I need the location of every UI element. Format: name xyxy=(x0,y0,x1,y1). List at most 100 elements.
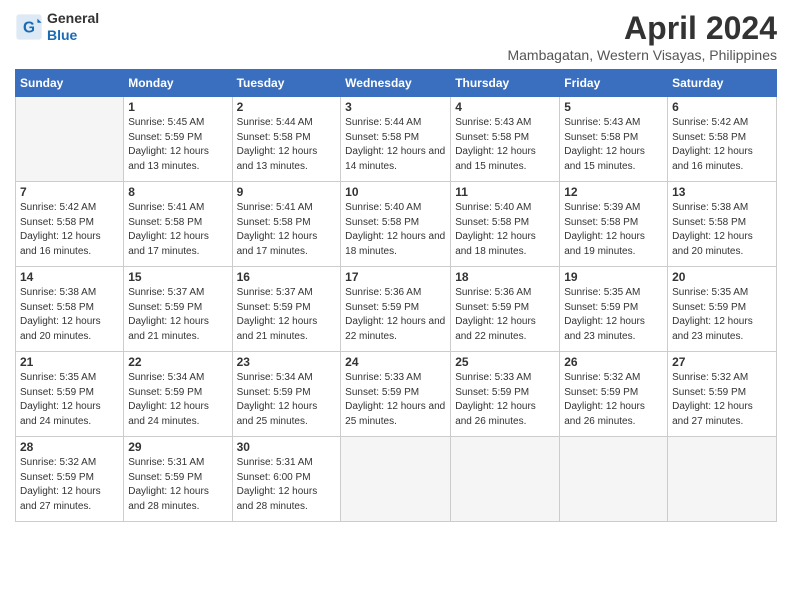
calendar-cell: 26 Sunrise: 5:32 AMSunset: 5:59 PMDaylig… xyxy=(560,352,668,437)
calendar-cell xyxy=(341,437,451,522)
title-area: April 2024 Mambagatan, Western Visayas, … xyxy=(507,10,777,63)
day-info: Sunrise: 5:43 AMSunset: 5:58 PMDaylight:… xyxy=(455,117,536,172)
day-info: Sunrise: 5:41 AMSunset: 5:58 PMDaylight:… xyxy=(237,202,318,257)
day-info: Sunrise: 5:34 AMSunset: 5:59 PMDaylight:… xyxy=(128,372,209,427)
day-number: 1 xyxy=(128,100,227,114)
weekday-header: Saturday xyxy=(668,70,777,97)
calendar-cell: 30 Sunrise: 5:31 AMSunset: 6:00 PMDaylig… xyxy=(232,437,341,522)
day-number: 26 xyxy=(564,355,663,369)
calendar-cell: 13 Sunrise: 5:38 AMSunset: 5:58 PMDaylig… xyxy=(668,182,777,267)
logo-text: General Blue xyxy=(47,10,99,44)
calendar-cell xyxy=(668,437,777,522)
calendar-cell xyxy=(451,437,560,522)
day-number: 29 xyxy=(128,440,227,454)
calendar-cell: 7 Sunrise: 5:42 AMSunset: 5:58 PMDayligh… xyxy=(16,182,124,267)
day-number: 27 xyxy=(672,355,772,369)
day-number: 22 xyxy=(128,355,227,369)
day-info: Sunrise: 5:32 AMSunset: 5:59 PMDaylight:… xyxy=(20,457,101,512)
calendar-cell: 21 Sunrise: 5:35 AMSunset: 5:59 PMDaylig… xyxy=(16,352,124,437)
day-info: Sunrise: 5:32 AMSunset: 5:59 PMDaylight:… xyxy=(672,372,753,427)
day-number: 18 xyxy=(455,270,555,284)
weekday-header: Friday xyxy=(560,70,668,97)
calendar-cell: 18 Sunrise: 5:36 AMSunset: 5:59 PMDaylig… xyxy=(451,267,560,352)
day-number: 13 xyxy=(672,185,772,199)
day-info: Sunrise: 5:40 AMSunset: 5:58 PMDaylight:… xyxy=(455,202,536,257)
day-number: 24 xyxy=(345,355,446,369)
day-number: 14 xyxy=(20,270,119,284)
day-info: Sunrise: 5:42 AMSunset: 5:58 PMDaylight:… xyxy=(672,117,753,172)
month-title: April 2024 xyxy=(507,10,777,47)
day-info: Sunrise: 5:38 AMSunset: 5:58 PMDaylight:… xyxy=(672,202,753,257)
day-number: 5 xyxy=(564,100,663,114)
day-number: 28 xyxy=(20,440,119,454)
calendar-cell: 19 Sunrise: 5:35 AMSunset: 5:59 PMDaylig… xyxy=(560,267,668,352)
day-info: Sunrise: 5:44 AMSunset: 5:58 PMDaylight:… xyxy=(237,117,318,172)
calendar-cell: 16 Sunrise: 5:37 AMSunset: 5:59 PMDaylig… xyxy=(232,267,341,352)
weekday-header-row: SundayMondayTuesdayWednesdayThursdayFrid… xyxy=(16,70,777,97)
day-number: 3 xyxy=(345,100,446,114)
day-number: 30 xyxy=(237,440,337,454)
day-info: Sunrise: 5:45 AMSunset: 5:59 PMDaylight:… xyxy=(128,117,209,172)
calendar-cell: 10 Sunrise: 5:40 AMSunset: 5:58 PMDaylig… xyxy=(341,182,451,267)
day-info: Sunrise: 5:42 AMSunset: 5:58 PMDaylight:… xyxy=(20,202,101,257)
calendar-cell: 6 Sunrise: 5:42 AMSunset: 5:58 PMDayligh… xyxy=(668,97,777,182)
day-info: Sunrise: 5:37 AMSunset: 5:59 PMDaylight:… xyxy=(237,287,318,342)
day-info: Sunrise: 5:38 AMSunset: 5:58 PMDaylight:… xyxy=(20,287,101,342)
day-info: Sunrise: 5:31 AMSunset: 5:59 PMDaylight:… xyxy=(128,457,209,512)
day-number: 8 xyxy=(128,185,227,199)
calendar-cell: 17 Sunrise: 5:36 AMSunset: 5:59 PMDaylig… xyxy=(341,267,451,352)
calendar-cell: 20 Sunrise: 5:35 AMSunset: 5:59 PMDaylig… xyxy=(668,267,777,352)
location-title: Mambagatan, Western Visayas, Philippines xyxy=(507,47,777,63)
weekday-header: Thursday xyxy=(451,70,560,97)
calendar-cell: 1 Sunrise: 5:45 AMSunset: 5:59 PMDayligh… xyxy=(124,97,232,182)
day-number: 7 xyxy=(20,185,119,199)
day-number: 17 xyxy=(345,270,446,284)
calendar-week-row: 28 Sunrise: 5:32 AMSunset: 5:59 PMDaylig… xyxy=(16,437,777,522)
calendar-table: SundayMondayTuesdayWednesdayThursdayFrid… xyxy=(15,69,777,522)
day-number: 15 xyxy=(128,270,227,284)
calendar-cell: 28 Sunrise: 5:32 AMSunset: 5:59 PMDaylig… xyxy=(16,437,124,522)
calendar-cell xyxy=(16,97,124,182)
day-info: Sunrise: 5:39 AMSunset: 5:58 PMDaylight:… xyxy=(564,202,645,257)
day-number: 11 xyxy=(455,185,555,199)
calendar-cell: 3 Sunrise: 5:44 AMSunset: 5:58 PMDayligh… xyxy=(341,97,451,182)
day-number: 16 xyxy=(237,270,337,284)
calendar-cell: 15 Sunrise: 5:37 AMSunset: 5:59 PMDaylig… xyxy=(124,267,232,352)
logo-general: General xyxy=(47,10,99,27)
day-number: 20 xyxy=(672,270,772,284)
day-info: Sunrise: 5:35 AMSunset: 5:59 PMDaylight:… xyxy=(672,287,753,342)
calendar-week-row: 1 Sunrise: 5:45 AMSunset: 5:59 PMDayligh… xyxy=(16,97,777,182)
calendar-cell: 22 Sunrise: 5:34 AMSunset: 5:59 PMDaylig… xyxy=(124,352,232,437)
day-number: 12 xyxy=(564,185,663,199)
day-number: 6 xyxy=(672,100,772,114)
day-info: Sunrise: 5:33 AMSunset: 5:59 PMDaylight:… xyxy=(345,372,445,427)
calendar-cell: 4 Sunrise: 5:43 AMSunset: 5:58 PMDayligh… xyxy=(451,97,560,182)
calendar-cell: 25 Sunrise: 5:33 AMSunset: 5:59 PMDaylig… xyxy=(451,352,560,437)
calendar-week-row: 7 Sunrise: 5:42 AMSunset: 5:58 PMDayligh… xyxy=(16,182,777,267)
day-info: Sunrise: 5:35 AMSunset: 5:59 PMDaylight:… xyxy=(20,372,101,427)
day-info: Sunrise: 5:40 AMSunset: 5:58 PMDaylight:… xyxy=(345,202,445,257)
day-number: 21 xyxy=(20,355,119,369)
day-info: Sunrise: 5:37 AMSunset: 5:59 PMDaylight:… xyxy=(128,287,209,342)
day-info: Sunrise: 5:31 AMSunset: 6:00 PMDaylight:… xyxy=(237,457,318,512)
calendar-week-row: 14 Sunrise: 5:38 AMSunset: 5:58 PMDaylig… xyxy=(16,267,777,352)
day-info: Sunrise: 5:32 AMSunset: 5:59 PMDaylight:… xyxy=(564,372,645,427)
calendar-cell xyxy=(560,437,668,522)
day-info: Sunrise: 5:36 AMSunset: 5:59 PMDaylight:… xyxy=(345,287,445,342)
day-info: Sunrise: 5:33 AMSunset: 5:59 PMDaylight:… xyxy=(455,372,536,427)
weekday-header: Sunday xyxy=(16,70,124,97)
page-header: G General Blue April 2024 Mambagatan, We… xyxy=(15,10,777,63)
day-number: 4 xyxy=(455,100,555,114)
calendar-cell: 29 Sunrise: 5:31 AMSunset: 5:59 PMDaylig… xyxy=(124,437,232,522)
logo-blue: Blue xyxy=(47,27,99,44)
calendar-cell: 5 Sunrise: 5:43 AMSunset: 5:58 PMDayligh… xyxy=(560,97,668,182)
calendar-cell: 23 Sunrise: 5:34 AMSunset: 5:59 PMDaylig… xyxy=(232,352,341,437)
weekday-header: Tuesday xyxy=(232,70,341,97)
weekday-header: Monday xyxy=(124,70,232,97)
weekday-header: Wednesday xyxy=(341,70,451,97)
logo: G General Blue xyxy=(15,10,99,44)
day-info: Sunrise: 5:43 AMSunset: 5:58 PMDaylight:… xyxy=(564,117,645,172)
calendar-cell: 14 Sunrise: 5:38 AMSunset: 5:58 PMDaylig… xyxy=(16,267,124,352)
day-number: 23 xyxy=(237,355,337,369)
day-info: Sunrise: 5:34 AMSunset: 5:59 PMDaylight:… xyxy=(237,372,318,427)
